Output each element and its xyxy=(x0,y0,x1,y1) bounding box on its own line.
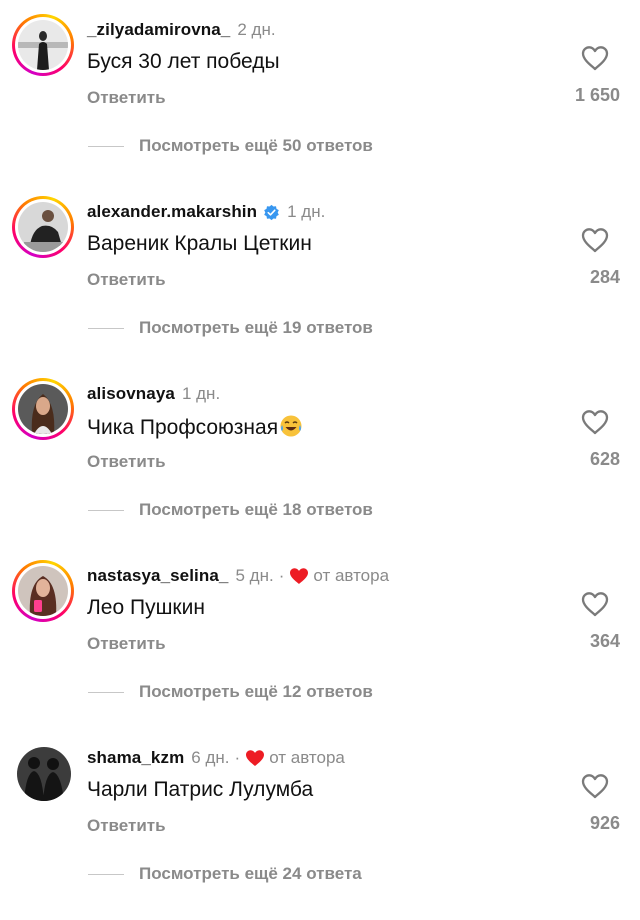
view-more-replies[interactable]: Посмотреть ещё 24 ответа xyxy=(139,864,362,884)
comment-meta: _zilyadamirovna_ 2 дн. xyxy=(87,20,276,40)
avatar[interactable] xyxy=(12,196,74,258)
divider-line xyxy=(88,328,124,329)
view-more-replies[interactable]: Посмотреть ещё 19 ответов xyxy=(139,318,373,338)
comment-text: Чика Профсоюзная xyxy=(87,414,303,440)
comment-meta: nastasya_selina_ 5 дн. · от автора xyxy=(87,566,389,586)
avatar[interactable] xyxy=(12,14,74,76)
heart-outline-icon[interactable] xyxy=(580,408,610,436)
reply-button[interactable]: Ответить xyxy=(87,634,166,654)
username[interactable]: _zilyadamirovna_ xyxy=(87,20,230,40)
comment-meta: alisovnaya 1 дн. xyxy=(87,384,220,404)
username[interactable]: nastasya_selina_ xyxy=(87,566,228,586)
divider-line xyxy=(88,510,124,511)
heart-outline-icon[interactable] xyxy=(580,772,610,800)
like-count: 284 xyxy=(589,267,620,287)
like-count: 1 650 xyxy=(574,85,620,105)
verified-badge-icon xyxy=(263,204,280,221)
like-count: 364 xyxy=(589,631,620,651)
separator: · xyxy=(278,566,285,585)
timestamp: 5 дн. xyxy=(235,566,274,585)
comment-item: alexander.makarshin 1 дн. Вареник Кралы … xyxy=(0,182,640,364)
reply-button[interactable]: Ответить xyxy=(87,452,166,472)
timestamp: 1 дн. xyxy=(287,202,326,221)
username[interactable]: alisovnaya xyxy=(87,384,175,404)
like-count: 926 xyxy=(589,813,620,833)
divider-line xyxy=(88,146,124,147)
timestamp: 6 дн. xyxy=(191,748,230,767)
heart-outline-icon[interactable] xyxy=(580,590,610,618)
like-count: 628 xyxy=(589,449,620,469)
avatar[interactable] xyxy=(12,742,74,804)
reply-button[interactable]: Ответить xyxy=(87,270,166,290)
author-liked-label: от автора xyxy=(269,748,345,767)
view-more-replies[interactable]: Посмотреть ещё 18 ответов xyxy=(139,500,373,520)
face-with-tears-of-joy-icon xyxy=(279,414,303,438)
comment-text: Вареник Кралы Цеткин xyxy=(87,232,312,255)
avatar-photo xyxy=(18,566,68,616)
comment-item: nastasya_selina_ 5 дн. · от автора Лео П… xyxy=(0,546,640,728)
view-more-replies[interactable]: Посмотреть ещё 12 ответов xyxy=(139,682,373,702)
avatar-photo xyxy=(18,384,68,434)
comment-text: Буся 30 лет победы xyxy=(87,50,280,73)
comment-item: _zilyadamirovna_ 2 дн. Буся 30 лет побед… xyxy=(0,0,640,182)
heart-filled-icon xyxy=(289,567,309,585)
separator: · xyxy=(234,748,241,767)
timestamp: 1 дн. xyxy=(181,384,221,403)
avatar-photo xyxy=(17,747,71,801)
comment-meta: alexander.makarshin 1 дн. xyxy=(87,202,325,222)
author-liked-label: от автора xyxy=(313,566,390,585)
avatar[interactable] xyxy=(12,378,74,440)
heart-filled-icon xyxy=(245,749,265,767)
comment-meta: shama_kzm 6 дн. · от автора xyxy=(87,748,345,768)
avatar-photo xyxy=(18,20,68,70)
reply-button[interactable]: Ответить xyxy=(87,816,166,836)
username[interactable]: alexander.makarshin xyxy=(87,202,257,222)
heart-outline-icon[interactable] xyxy=(580,226,610,254)
comment-text: Чарли Патрис Лулумба xyxy=(87,778,314,801)
username[interactable]: shama_kzm xyxy=(87,748,184,768)
avatar[interactable] xyxy=(12,560,74,622)
divider-line xyxy=(88,692,124,693)
timestamp: 2 дн. xyxy=(237,20,276,39)
comment-item: alisovnaya 1 дн. Чика Профсоюзная Ответи… xyxy=(0,364,640,546)
view-more-replies[interactable]: Посмотреть ещё 50 ответов xyxy=(139,136,373,156)
comment-text-body: Чика Профсоюзная xyxy=(87,416,279,439)
comment-text: Лео Пушкин xyxy=(87,596,205,619)
heart-outline-icon[interactable] xyxy=(580,44,610,72)
avatar-photo xyxy=(18,202,68,252)
comment-item: shama_kzm 6 дн. · от автора Чарли Патрис… xyxy=(0,728,640,910)
divider-line xyxy=(88,874,124,875)
reply-button[interactable]: Ответить xyxy=(87,88,166,108)
